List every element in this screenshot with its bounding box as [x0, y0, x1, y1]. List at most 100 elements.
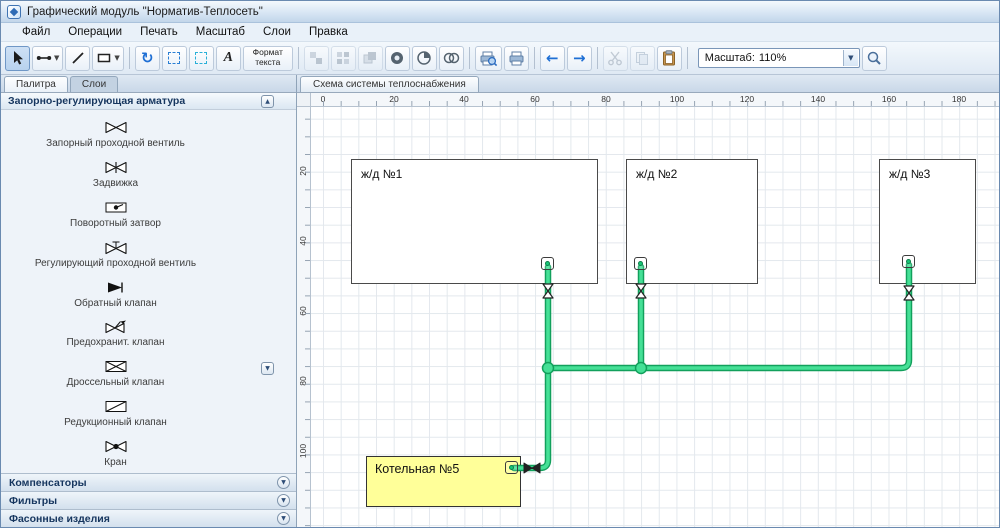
redo-button[interactable]: → — [567, 46, 592, 71]
menu-file[interactable]: Файл — [13, 24, 59, 40]
palette-item-throttle-valve[interactable]: Дроссельный клапан — [15, 354, 216, 394]
title-bar[interactable]: Графический модуль "Норматив-Теплосеть" — [1, 1, 999, 23]
select-tool-button[interactable] — [5, 46, 30, 71]
ruler-mark: 100 — [670, 94, 684, 104]
toolbar-separator — [469, 47, 470, 69]
throttle-valve-icon — [103, 359, 129, 374]
print-preview-icon — [479, 50, 498, 67]
menu-operations[interactable]: Операции — [59, 24, 131, 40]
tab-layers[interactable]: Слои — [70, 76, 118, 92]
select-objects-button[interactable] — [189, 46, 214, 71]
donut-shape-button[interactable] — [385, 46, 410, 71]
ungroup-button — [331, 46, 356, 71]
valve-symbol-boiler[interactable] — [524, 463, 540, 473]
print-preview-button[interactable] — [475, 46, 502, 71]
connection-point-building-3[interactable] — [902, 255, 915, 268]
tab-palette[interactable]: Палитра — [4, 76, 68, 92]
pipe-segment[interactable] — [548, 265, 909, 368]
palette-item-control-valve[interactable]: Регулирующий проходной вентиль — [15, 234, 216, 274]
palette-item-stop-valve[interactable]: Запорный проходной вентиль — [15, 115, 216, 155]
menu-edit[interactable]: Правка — [300, 24, 357, 40]
palette-item-gate-valve[interactable]: Задвижка — [15, 155, 216, 195]
menu-layers[interactable]: Слои — [254, 24, 300, 40]
connection-dot — [906, 259, 911, 264]
ruler-mark: 180 — [952, 94, 966, 104]
line-tool-button[interactable] — [65, 46, 90, 71]
printer-icon — [508, 50, 525, 67]
rect-tool-button[interactable]: ▼ — [92, 46, 123, 71]
pipe-junction-node[interactable] — [543, 363, 554, 374]
palette-item-safety-valve[interactable]: Предохранит. клапан — [15, 314, 216, 354]
pipe-segment-icon — [36, 50, 52, 66]
section-fasonnye[interactable]: Фасонные изделия ▼ — [1, 509, 296, 527]
palette-item-check-valve[interactable]: Обратный клапан — [15, 274, 216, 314]
expand-section-button[interactable]: ▼ — [277, 476, 290, 489]
print-button[interactable] — [504, 46, 529, 71]
canvas-row: 20 40 60 80 100 ж/д №1 ж/д №2 ж/д №3 — [297, 107, 999, 527]
dropdown-caret-icon[interactable]: ▼ — [54, 55, 59, 62]
valve-symbol-building-1[interactable] — [543, 284, 553, 298]
format-text-button[interactable]: Формат текста — [243, 46, 293, 71]
pipe-network[interactable] — [311, 107, 999, 527]
pipe-junction-node[interactable] — [636, 363, 647, 374]
text-tool-button[interactable]: A — [216, 46, 241, 71]
app-icon — [7, 5, 21, 19]
group-button — [304, 46, 329, 71]
palette-item-butterfly-valve[interactable]: Поворотный затвор — [15, 195, 216, 235]
pie-shape-button[interactable] — [412, 46, 437, 71]
document-tab-bar: Схема системы теплоснабжения — [297, 75, 999, 93]
connection-point-boiler[interactable] — [505, 461, 518, 474]
scale-dropdown-button[interactable]: ▼ — [843, 50, 858, 66]
valve-symbol-building-2[interactable] — [636, 284, 646, 298]
menu-scale[interactable]: Масштаб — [187, 24, 254, 40]
dropdown-caret-icon[interactable]: ▼ — [114, 55, 119, 62]
valve-symbol-building-3[interactable] — [904, 286, 914, 300]
connection-point-building-1[interactable] — [541, 257, 554, 270]
palette-scroll-down-button[interactable]: ▼ — [261, 362, 274, 375]
document-tab[interactable]: Схема системы теплоснабжения — [300, 76, 479, 92]
panel-tab-bar: Палитра Слои — [1, 75, 296, 93]
ruler-mark: 160 — [882, 94, 896, 104]
paste-button[interactable] — [657, 46, 682, 71]
palette-item-label: Кран — [104, 457, 126, 468]
collapse-section-button[interactable]: ▲ — [261, 95, 274, 108]
copy-icon — [634, 50, 650, 66]
ruler-corner — [297, 93, 311, 107]
section-filtry[interactable]: Фильтры ▼ — [1, 491, 296, 509]
check-valve-icon — [103, 280, 129, 295]
vertical-ruler: 20 40 60 80 100 — [297, 107, 311, 527]
toolbar-separator — [129, 47, 130, 69]
expand-section-button[interactable]: ▼ — [277, 494, 290, 507]
magnifier-icon — [866, 50, 882, 66]
pipe-tool-button[interactable]: ▼ — [32, 46, 63, 71]
drawing-canvas[interactable]: ж/д №1 ж/д №2 ж/д №3 Котельная №5 — [311, 107, 999, 527]
expand-section-button[interactable]: ▼ — [277, 512, 290, 525]
control-valve-icon — [103, 240, 129, 255]
palette-section-header[interactable]: Запорно-регулирующая арматура ▲ — [1, 93, 296, 110]
left-panel: Палитра Слои Запорно-регулирующая армату… — [1, 75, 297, 527]
undo-button[interactable]: ← — [540, 46, 565, 71]
palette-item-reduction-valve[interactable]: Редукционный клапан — [15, 393, 216, 433]
main-toolbar: ▼ ▼ ↻ A Формат текста — [1, 42, 999, 75]
donut-icon — [389, 50, 405, 66]
palette-item-label: Задвижка — [93, 178, 138, 189]
connection-point-building-2[interactable] — [634, 257, 647, 270]
palette-item-tap[interactable]: Кран — [15, 433, 216, 473]
bring-front-icon — [362, 50, 378, 66]
select-area-button[interactable] — [162, 46, 187, 71]
ruler-mark: 40 — [298, 229, 308, 253]
palette-item-label: Дроссельный клапан — [67, 377, 165, 388]
butterfly-valve-icon — [103, 200, 129, 215]
circles-shape-button[interactable] — [439, 46, 464, 71]
content-area: Палитра Слои Запорно-регулирующая армату… — [1, 75, 999, 527]
ruler-mark: 60 — [530, 94, 539, 104]
rotate-tool-button[interactable]: ↻ — [135, 46, 160, 71]
scale-combobox[interactable]: Масштаб: 110% ▼ — [698, 48, 860, 68]
ruler-mark: 100 — [298, 439, 308, 463]
zoom-button[interactable] — [862, 46, 887, 71]
section-kompensatory[interactable]: Компенсаторы ▼ — [1, 473, 296, 491]
menu-print[interactable]: Печать — [131, 24, 187, 40]
connection-dot — [509, 465, 514, 470]
palette-item-label: Поворотный затвор — [70, 218, 161, 229]
toolbar-separator — [687, 47, 688, 69]
